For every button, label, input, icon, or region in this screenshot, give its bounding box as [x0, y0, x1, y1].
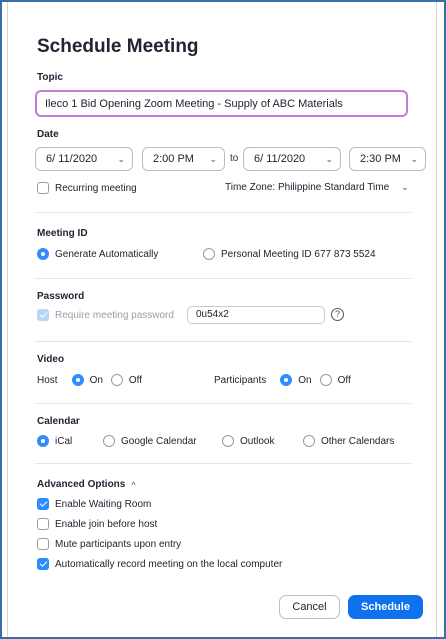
start-time-select[interactable]: 2:00 PM ⌄	[142, 147, 225, 171]
start-date-select[interactable]: 6/ 11/2020 ⌄	[35, 147, 133, 171]
participants-off-label: Off	[337, 374, 351, 386]
end-date-value: 6/ 11/2020	[254, 153, 306, 165]
video-participants-row: Participants On Off	[214, 374, 351, 386]
recurring-meeting-row[interactable]: Recurring meeting	[37, 182, 137, 194]
google-calendar-radio[interactable]	[103, 435, 115, 447]
outlook-radio[interactable]	[222, 435, 234, 447]
mute-on-entry-option[interactable]: Mute participants upon entry	[37, 538, 181, 550]
advanced-options-label: Advanced Options	[37, 479, 126, 490]
generate-label: Generate Automatically	[55, 248, 159, 260]
participants-on-option[interactable]: On	[280, 374, 312, 386]
outlook-label: Outlook	[240, 435, 275, 447]
auto-record-label: Automatically record meeting on the loca…	[55, 558, 283, 570]
timezone-select[interactable]: Time Zone: Philippine Standard Time ⌄	[225, 182, 409, 193]
end-time-select[interactable]: 2:30 PM ⌄	[349, 147, 426, 171]
calendar-ical-option[interactable]: iCal	[37, 435, 72, 447]
personal-id-label: Personal Meeting ID 677 873 5524	[221, 248, 376, 260]
schedule-button[interactable]: Schedule	[348, 595, 423, 619]
host-on-label: On	[89, 374, 103, 386]
end-time-value: 2:30 PM	[360, 153, 401, 165]
chevron-down-icon: ⌄	[117, 153, 125, 164]
date-label: Date	[37, 129, 59, 140]
waiting-room-checkbox[interactable]	[37, 498, 49, 510]
help-glyph: ?	[334, 309, 340, 319]
start-date-value: 6/ 11/2020	[46, 153, 98, 165]
meeting-id-personal-option[interactable]: Personal Meeting ID 677 873 5524	[203, 248, 376, 260]
chevron-down-icon: ⌄	[325, 153, 333, 164]
recurring-checkbox[interactable]	[37, 182, 49, 194]
participants-on-radio[interactable]	[280, 374, 293, 386]
meeting-id-label: Meeting ID	[37, 228, 88, 239]
other-calendars-radio[interactable]	[303, 435, 315, 447]
host-off-label: Off	[128, 374, 143, 386]
auto-record-option[interactable]: Automatically record meeting on the loca…	[37, 558, 282, 570]
divider	[35, 278, 411, 279]
advanced-options-toggle[interactable]: Advanced Options ^	[37, 479, 136, 490]
auto-record-checkbox[interactable]	[37, 558, 49, 570]
recurring-label: Recurring meeting	[55, 182, 137, 194]
meeting-id-generate-option[interactable]: Generate Automatically	[37, 248, 158, 260]
waiting-room-label: Enable Waiting Room	[55, 498, 152, 510]
password-input[interactable]: 0u54x2	[187, 306, 325, 324]
video-host-row: Host On Off	[37, 374, 142, 386]
personal-id-radio[interactable]	[203, 248, 215, 260]
join-before-host-label: Enable join before host	[55, 518, 158, 530]
divider	[35, 212, 411, 213]
join-before-host-checkbox[interactable]	[37, 518, 49, 530]
password-label: Password	[37, 291, 85, 302]
to-label: to	[230, 153, 239, 164]
divider	[35, 463, 411, 464]
calendar-label: Calendar	[37, 416, 80, 427]
participants-label: Participants	[214, 374, 267, 386]
calendar-other-option[interactable]: Other Calendars	[303, 435, 394, 447]
video-label: Video	[37, 354, 65, 365]
divider	[35, 403, 411, 404]
chevron-down-icon: ⌄	[401, 182, 409, 192]
timezone-label: Time Zone: Philippine Standard Time	[225, 182, 390, 193]
host-off-radio[interactable]	[110, 374, 123, 386]
other-calendars-label: Other Calendars	[321, 435, 395, 447]
calendar-google-option[interactable]: Google Calendar	[103, 435, 197, 447]
mute-on-entry-checkbox[interactable]	[37, 538, 49, 550]
google-calendar-label: Google Calendar	[121, 435, 197, 447]
participants-off-radio[interactable]	[319, 374, 332, 386]
host-on-option[interactable]: On	[71, 374, 103, 386]
mute-on-entry-label: Mute participants upon entry	[55, 538, 182, 550]
host-on-radio[interactable]	[71, 374, 84, 386]
require-password-checkbox[interactable]	[37, 309, 49, 321]
waiting-room-option[interactable]: Enable Waiting Room	[37, 498, 151, 510]
cancel-button[interactable]: Cancel	[279, 595, 340, 619]
password-value: 0u54x2	[196, 309, 229, 320]
topic-value: Ileco 1 Bid Opening Zoom Meeting - Suppl…	[45, 97, 343, 110]
divider	[35, 341, 411, 342]
calendar-outlook-option[interactable]: Outlook	[222, 435, 274, 447]
chevron-down-icon: ⌄	[410, 153, 418, 164]
ical-radio[interactable]	[37, 435, 49, 447]
chevron-up-icon: ^	[131, 479, 136, 490]
participants-off-option[interactable]: Off	[319, 374, 351, 386]
join-before-host-option[interactable]: Enable join before host	[37, 518, 157, 530]
ical-label: iCal	[55, 435, 73, 447]
end-date-select[interactable]: 6/ 11/2020 ⌄	[243, 147, 341, 171]
require-password-label: Require meeting password	[55, 309, 174, 321]
chevron-down-icon: ⌄	[209, 153, 217, 164]
question-circle-icon[interactable]: ?	[331, 308, 344, 321]
host-off-option[interactable]: Off	[110, 374, 143, 386]
topic-label: Topic	[37, 72, 63, 83]
require-password-row[interactable]: Require meeting password	[37, 309, 174, 321]
topic-input[interactable]: Ileco 1 Bid Opening Zoom Meeting - Suppl…	[35, 90, 408, 117]
participants-on-label: On	[298, 374, 312, 386]
dialog-title: Schedule Meeting	[37, 36, 199, 57]
generate-radio[interactable]	[37, 248, 49, 260]
start-time-value: 2:00 PM	[153, 153, 194, 165]
host-label: Host	[37, 374, 58, 386]
schedule-meeting-dialog: Schedule Meeting Topic Ileco 1 Bid Openi…	[7, 2, 437, 637]
